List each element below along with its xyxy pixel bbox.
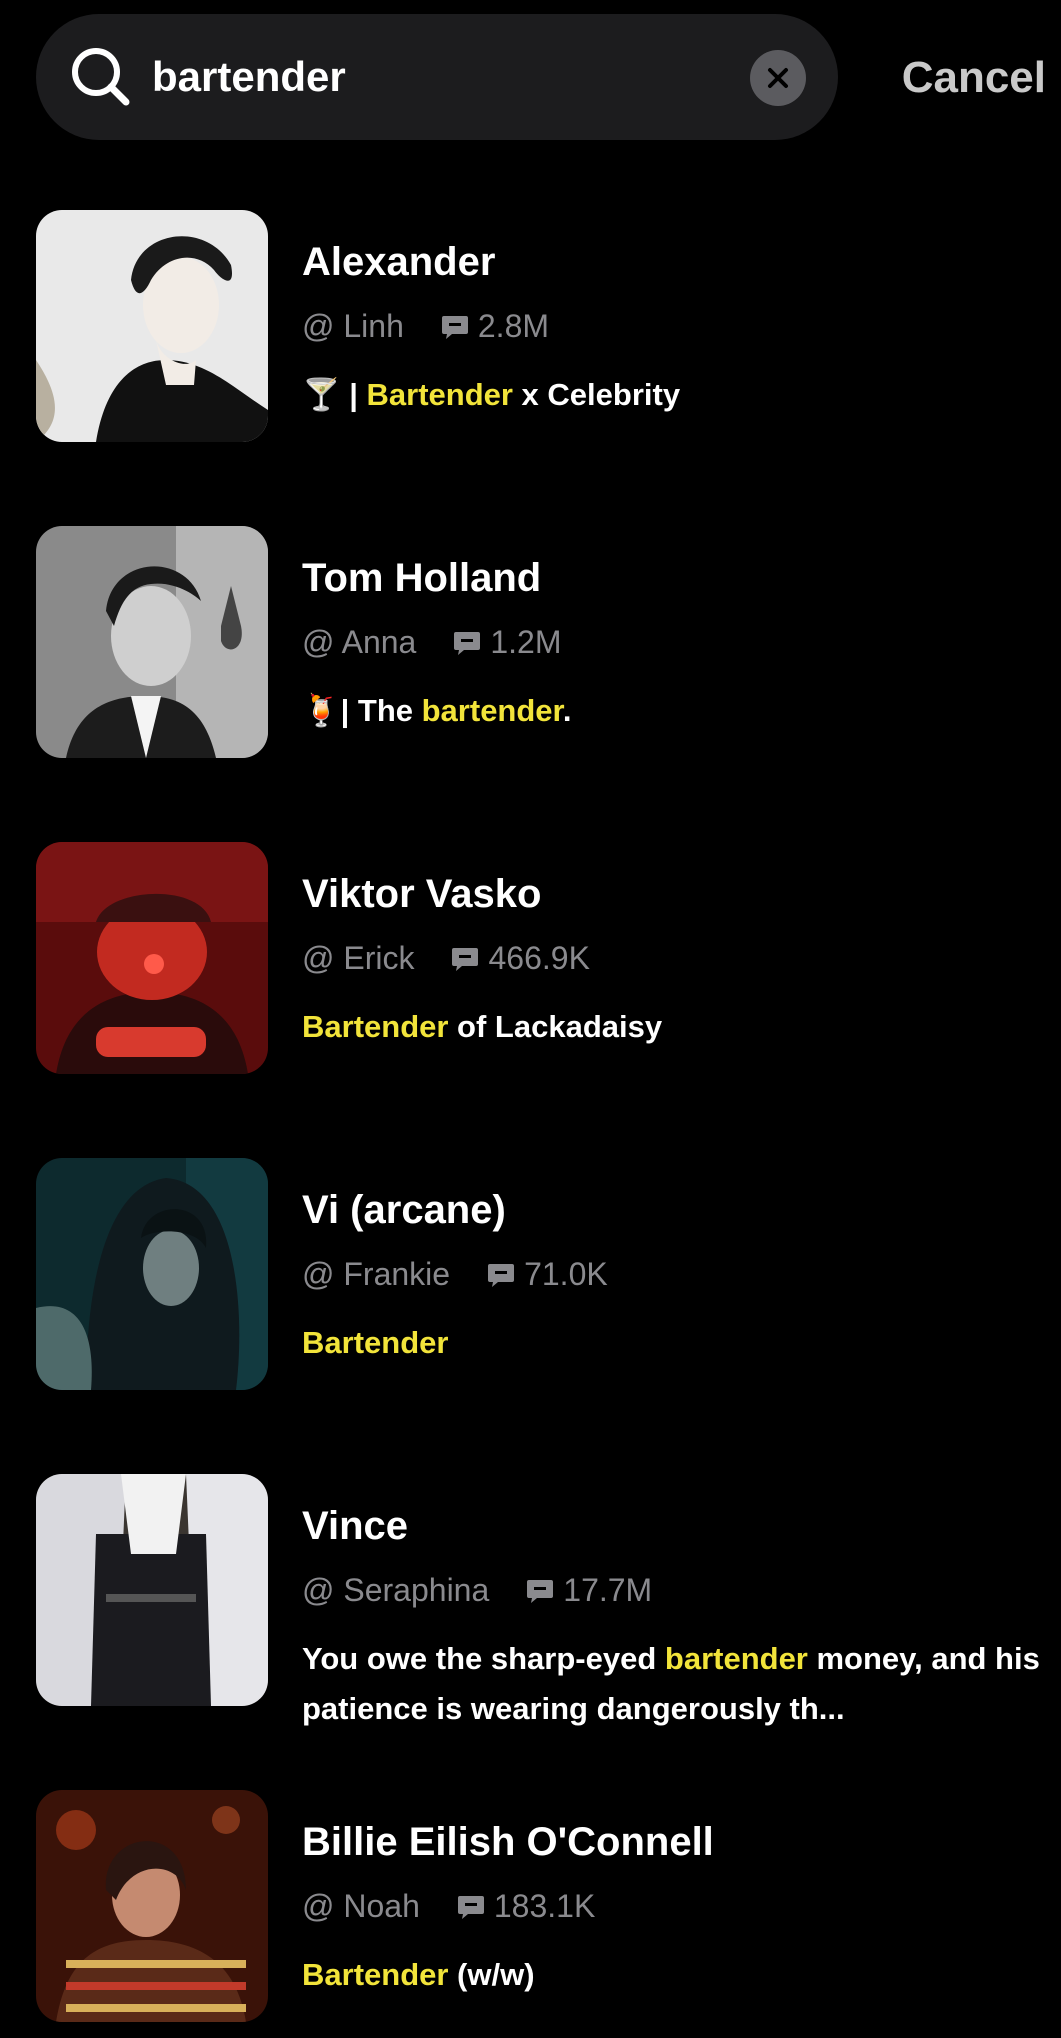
- search-highlight: bartender: [664, 1641, 808, 1676]
- search-highlight: Bartender: [302, 1957, 449, 1992]
- character-description: 🍸 | Bartender x Celebrity: [302, 377, 681, 412]
- character-name: Billie Eilish O'Connell: [302, 1820, 714, 1864]
- avatar: [36, 1474, 268, 1706]
- character-name: Vince: [302, 1504, 408, 1548]
- chat-count: 466.9K: [488, 940, 590, 976]
- avatar: [36, 526, 268, 758]
- character-name: Alexander: [302, 240, 496, 284]
- character-name: Tom Holland: [302, 556, 542, 600]
- chat-bubble-icon: [452, 947, 479, 971]
- search-bar: Cancel: [0, 0, 1061, 170]
- search-icon: [72, 48, 130, 106]
- character-meta: @ Seraphina 17.7M: [302, 1572, 652, 1609]
- creator-handle[interactable]: @ Seraphina: [302, 1572, 489, 1609]
- character-name: Viktor Vasko: [302, 872, 542, 916]
- avatar: [36, 842, 268, 1074]
- chat-bubble-icon: [527, 1579, 554, 1603]
- character-description: Bartender of Lackadaisy: [302, 1009, 663, 1044]
- result-item[interactable]: Viktor Vasko @ Erick 466.9K Bartender of…: [0, 842, 1061, 1074]
- result-item[interactable]: Billie Eilish O'Connell @ Noah 183.1K Ba…: [0, 1790, 1061, 2022]
- search-input[interactable]: [152, 42, 752, 112]
- chat-count: 17.7M: [563, 1572, 653, 1608]
- close-icon: [768, 68, 788, 88]
- character-meta: @ Anna 1.2M: [302, 624, 561, 661]
- chat-count: 71.0K: [524, 1256, 608, 1292]
- result-item[interactable]: Tom Holland @ Anna 1.2M 🍹| The bartender…: [0, 526, 1061, 758]
- chat-bubble-icon: [441, 315, 468, 339]
- avatar: [36, 210, 268, 442]
- character-meta: @ Frankie 71.0K: [302, 1256, 608, 1293]
- result-item[interactable]: Vi (arcane) @ Frankie 71.0K Bartender: [0, 1158, 1061, 1390]
- character-description: Bartender: [302, 1318, 1042, 1368]
- result-item[interactable]: Vince @ Seraphina 17.7M You owe the shar…: [0, 1474, 1061, 1726]
- character-meta: @ Noah 183.1K: [302, 1888, 595, 1925]
- creator-handle[interactable]: @ Frankie: [302, 1256, 450, 1293]
- avatar: [36, 1158, 268, 1390]
- character-meta: @ Linh 2.8M: [302, 308, 549, 345]
- character-meta: @ Erick 466.9K: [302, 940, 590, 977]
- search-box[interactable]: [36, 14, 838, 140]
- avatar: [36, 1790, 268, 2022]
- creator-handle[interactable]: @ Noah: [302, 1888, 420, 1925]
- creator-handle[interactable]: @ Linh: [302, 308, 404, 345]
- creator-handle[interactable]: @ Erick: [302, 940, 414, 977]
- search-highlight: bartender: [421, 693, 563, 728]
- search-highlight: Bartender: [366, 377, 513, 412]
- chat-bubble-icon: [454, 631, 481, 655]
- chat-bubble-icon: [457, 1895, 484, 1919]
- chat-count: 2.8M: [477, 308, 550, 344]
- character-description: Bartender (w/w): [302, 1957, 535, 1992]
- creator-handle[interactable]: @ Anna: [302, 624, 416, 661]
- chat-count: 183.1K: [493, 1888, 596, 1924]
- result-item[interactable]: Alexander @ Linh 2.8M 🍸 | Bartender x Ce…: [0, 210, 1061, 442]
- chat-count: 1.2M: [490, 624, 562, 660]
- character-description: You owe the sharp-eyed bartender money, …: [302, 1641, 1040, 1726]
- character-description: 🍹| The bartender.: [302, 693, 572, 728]
- clear-search-button[interactable]: [750, 50, 806, 106]
- cancel-button[interactable]: Cancel: [866, 48, 1046, 108]
- search-highlight: Bartender: [302, 1009, 449, 1044]
- character-name: Vi (arcane): [302, 1188, 506, 1232]
- search-highlight: Bartender: [302, 1325, 449, 1360]
- chat-bubble-icon: [488, 1263, 515, 1287]
